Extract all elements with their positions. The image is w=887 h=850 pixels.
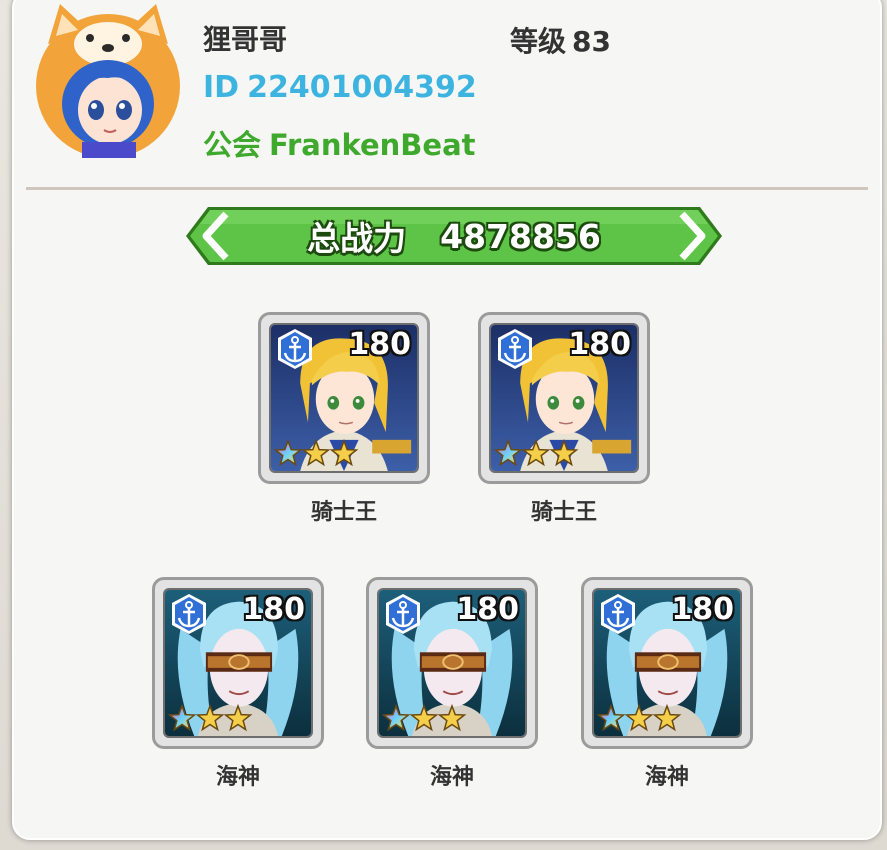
anchor-icon <box>386 594 420 634</box>
hero-name: 骑士王 <box>310 500 377 525</box>
hero-level: 180 <box>456 592 519 627</box>
id-label: ID <box>203 70 240 105</box>
hero-level: 180 <box>242 592 305 627</box>
hero-portrait: 180 <box>489 323 639 473</box>
star-rating <box>381 704 467 732</box>
level-label: 等级 <box>510 25 567 58</box>
hero-name: 骑士王 <box>530 500 597 525</box>
hero-slot[interactable]: 180 骑士王 <box>478 312 650 525</box>
star-rating <box>273 439 359 467</box>
hero-level: 180 <box>348 327 411 362</box>
star-rating <box>596 704 682 732</box>
hero-card[interactable]: 180 <box>258 312 430 484</box>
hero-slot[interactable]: 180 海神 <box>152 577 324 790</box>
anchor-icon <box>172 594 206 634</box>
anchor-icon <box>601 594 635 634</box>
anchor-icon <box>498 329 532 369</box>
total-power: 总战力 4878856 <box>186 206 722 266</box>
hero-slot[interactable]: 180 骑士王 <box>258 312 430 525</box>
hero-level: 180 <box>568 327 631 362</box>
id-value: 22401004392 <box>247 70 477 105</box>
hero-slot[interactable]: 180 海神 <box>581 577 753 790</box>
hero-card[interactable]: 180 <box>478 312 650 484</box>
star-rating <box>167 704 253 732</box>
hero-portrait: 180 <box>592 588 742 738</box>
level-value: 83 <box>572 25 611 58</box>
player-name: 狸哥哥 <box>203 23 288 56</box>
guild-label: 公会 <box>203 128 262 162</box>
hero-name: 海神 <box>215 765 260 790</box>
player-avatar[interactable] <box>30 4 186 160</box>
total-power-value: 4878856 <box>440 216 601 256</box>
total-power-label: 总战力 <box>307 219 407 258</box>
hero-card[interactable]: 180 <box>366 577 538 749</box>
player-guild[interactable]: 公会 FrankenBeat <box>203 122 484 164</box>
hero-card[interactable]: 180 <box>581 577 753 749</box>
guild-name: FrankenBeat <box>269 128 476 162</box>
hero-name: 海神 <box>429 765 474 790</box>
player-level: 等级 83 <box>510 20 617 60</box>
hero-portrait: 180 <box>377 588 527 738</box>
hero-slot[interactable]: 180 海神 <box>366 577 538 790</box>
hero-name: 海神 <box>644 765 689 790</box>
divider <box>26 187 868 190</box>
anchor-icon <box>278 329 312 369</box>
hero-portrait: 180 <box>163 588 313 738</box>
hero-portrait: 180 <box>269 323 419 473</box>
hero-card[interactable]: 180 <box>152 577 324 749</box>
star-rating <box>493 439 579 467</box>
hero-level: 180 <box>671 592 734 627</box>
player-id: ID 22401004392 <box>203 70 485 105</box>
